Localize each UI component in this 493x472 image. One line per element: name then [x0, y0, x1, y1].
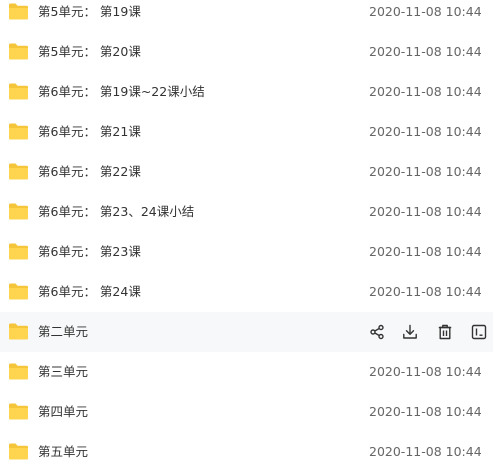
folder-icon	[8, 443, 29, 460]
modified-date: 2020-11-08 10:44	[369, 284, 482, 299]
file-name[interactable]: 第6单元： 第22课	[38, 152, 141, 192]
modified-date: 2020-11-08 10:44	[369, 444, 482, 459]
file-name[interactable]: 第5单元： 第20课	[38, 32, 141, 72]
list-item[interactable]: 第6单元： 第21课 2020-11-08 10:44	[0, 112, 493, 152]
file-name[interactable]: 第四单元	[38, 392, 88, 432]
modified-date: 2020-11-08 10:44	[369, 364, 482, 379]
list-item[interactable]: 第6单元： 第23课 2020-11-08 10:44	[0, 232, 493, 272]
list-item[interactable]: 第6单元： 第24课 2020-11-08 10:44	[0, 272, 493, 312]
folder-icon	[8, 163, 29, 180]
modified-date: 2020-11-08 10:44	[369, 204, 482, 219]
file-name[interactable]: 第6单元： 第23、24课小结	[38, 192, 194, 232]
file-name[interactable]: 第五单元	[38, 432, 88, 472]
folder-icon	[8, 203, 29, 220]
share-icon[interactable]	[369, 324, 385, 340]
delete-icon[interactable]	[437, 324, 453, 340]
list-item[interactable]: 第6单元： 第22课 2020-11-08 10:44	[0, 152, 493, 192]
folder-icon	[8, 243, 29, 260]
list-item[interactable]: 第五单元 2020-11-08 10:44	[0, 432, 493, 472]
modified-date: 2020-11-08 10:44	[369, 84, 482, 99]
file-list: 第5单元： 第19课 2020-11-08 10:44 第5单元： 第20课 2…	[0, 0, 493, 472]
folder-icon	[8, 283, 29, 300]
folder-icon	[8, 43, 29, 60]
modified-date: 2020-11-08 10:44	[369, 4, 482, 19]
list-item-hovered[interactable]: 第二单元	[0, 312, 493, 352]
download-icon[interactable]	[402, 324, 418, 340]
file-name[interactable]: 第6单元： 第19课~22课小结	[38, 72, 205, 112]
folder-icon	[8, 323, 29, 340]
list-item[interactable]: 第6单元： 第23、24课小结 2020-11-08 10:44	[0, 192, 493, 232]
list-item[interactable]: 第6单元： 第19课~22课小结 2020-11-08 10:44	[0, 72, 493, 112]
file-name[interactable]: 第三单元	[38, 352, 88, 392]
folder-icon	[8, 123, 29, 140]
list-item[interactable]: 第四单元 2020-11-08 10:44	[0, 392, 493, 432]
list-item[interactable]: 第5单元： 第19课 2020-11-08 10:44	[0, 0, 493, 32]
file-name[interactable]: 第6单元： 第21课	[38, 112, 141, 152]
rename-icon[interactable]	[471, 324, 487, 340]
file-name[interactable]: 第6单元： 第24课	[38, 272, 141, 312]
list-item[interactable]: 第5单元： 第20课 2020-11-08 10:44	[0, 32, 493, 72]
folder-icon	[8, 3, 29, 20]
file-name[interactable]: 第6单元： 第23课	[38, 232, 141, 272]
modified-date: 2020-11-08 10:44	[369, 124, 482, 139]
folder-icon	[8, 83, 29, 100]
modified-date: 2020-11-08 10:44	[369, 404, 482, 419]
modified-date: 2020-11-08 10:44	[369, 164, 482, 179]
modified-date: 2020-11-08 10:44	[369, 44, 482, 59]
list-item[interactable]: 第三单元 2020-11-08 10:44	[0, 352, 493, 392]
row-actions	[368, 324, 490, 340]
folder-icon	[8, 363, 29, 380]
folder-icon	[8, 403, 29, 420]
file-name[interactable]: 第二单元	[38, 312, 88, 352]
modified-date: 2020-11-08 10:44	[369, 244, 482, 259]
file-name[interactable]: 第5单元： 第19课	[38, 0, 141, 32]
